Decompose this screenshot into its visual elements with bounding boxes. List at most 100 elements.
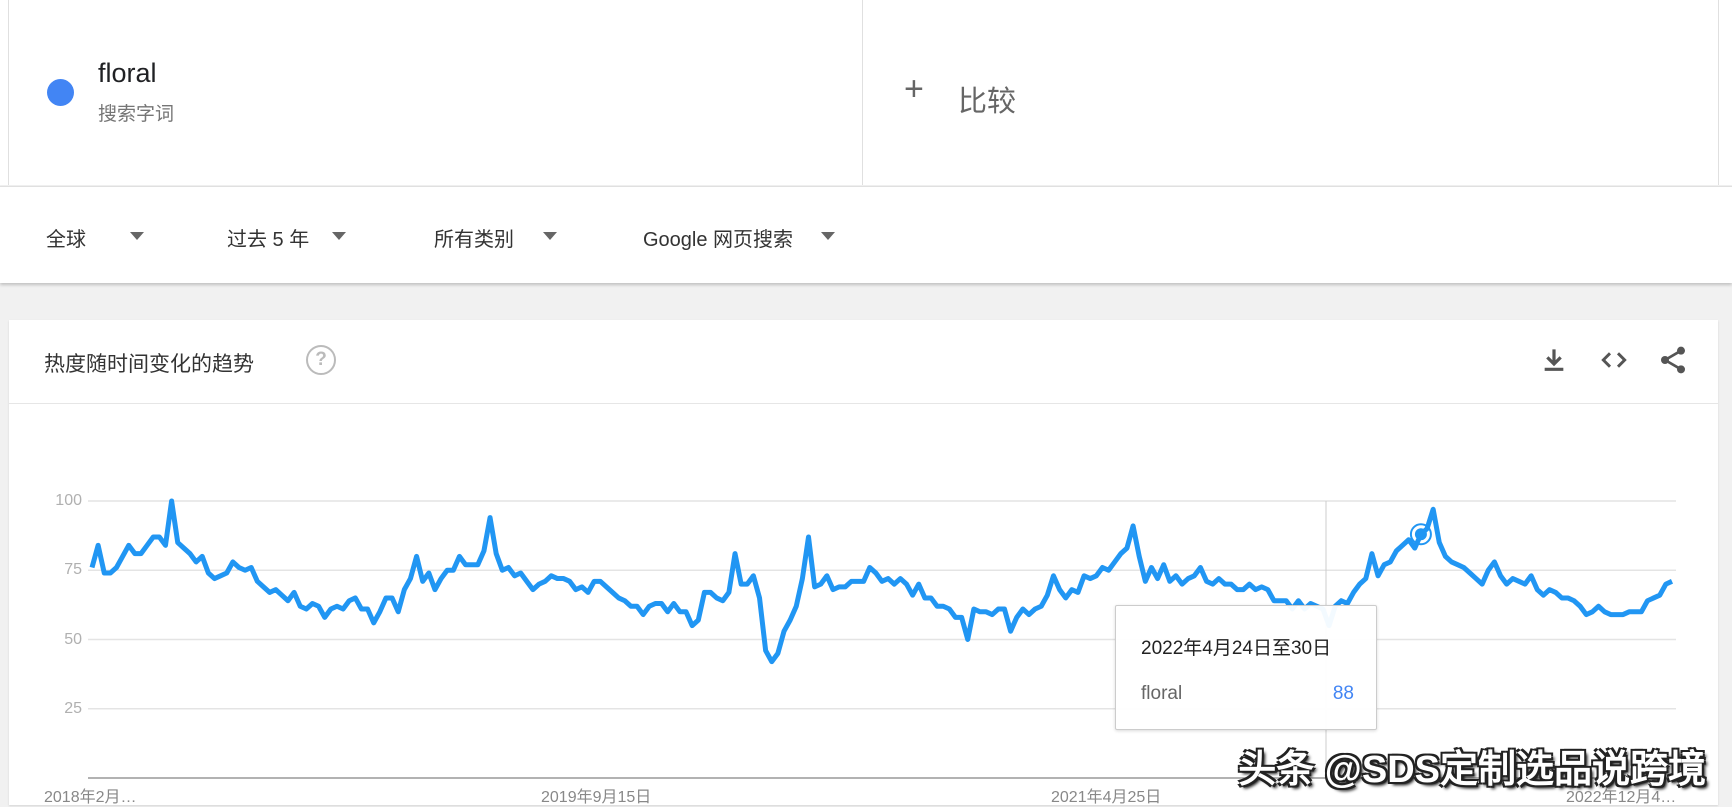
data-point[interactable] [996, 607, 1001, 612]
data-point[interactable] [763, 648, 768, 653]
data-point[interactable] [212, 576, 217, 581]
data-point[interactable] [1657, 593, 1662, 598]
data-point[interactable] [1082, 573, 1087, 578]
data-point[interactable] [592, 579, 597, 584]
data-point[interactable] [1670, 579, 1675, 584]
data-point[interactable] [432, 587, 437, 592]
data-point[interactable] [708, 590, 713, 595]
data-point[interactable] [1529, 573, 1534, 578]
data-point[interactable] [120, 554, 125, 559]
data-point[interactable] [959, 615, 964, 620]
data-point[interactable] [218, 573, 223, 578]
data-point[interactable] [1118, 551, 1123, 556]
data-point[interactable] [714, 595, 719, 600]
data-point[interactable] [1541, 593, 1546, 598]
data-point[interactable] [1614, 612, 1619, 617]
data-point[interactable] [1467, 571, 1472, 576]
data-point[interactable] [1412, 546, 1417, 551]
data-point[interactable] [543, 579, 548, 584]
data-point[interactable] [1039, 604, 1044, 609]
data-point[interactable] [304, 607, 309, 612]
data-point[interactable] [720, 598, 725, 603]
data-point[interactable] [1376, 573, 1381, 578]
data-point[interactable] [1492, 559, 1497, 564]
data-point[interactable] [408, 576, 413, 581]
data-point[interactable] [1449, 559, 1454, 564]
data-point[interactable] [1106, 568, 1111, 573]
data-point[interactable] [1651, 595, 1656, 600]
data-point[interactable] [935, 604, 940, 609]
data-point[interactable] [1271, 598, 1276, 603]
data-point[interactable] [426, 571, 431, 576]
data-point[interactable] [549, 573, 554, 578]
data-point[interactable] [641, 612, 646, 617]
data-point[interactable] [475, 562, 480, 567]
data-point[interactable] [298, 604, 303, 609]
data-point[interactable] [1014, 615, 1019, 620]
data-point[interactable] [537, 582, 542, 587]
data-point[interactable] [880, 579, 885, 584]
data-point[interactable] [347, 598, 352, 603]
data-point[interactable] [1565, 595, 1570, 600]
data-point[interactable] [1590, 609, 1595, 614]
data-point[interactable] [420, 579, 425, 584]
data-point[interactable] [1186, 576, 1191, 581]
trend-chart[interactable] [0, 0, 1732, 805]
data-point[interactable] [261, 584, 266, 589]
data-point[interactable] [1388, 559, 1393, 564]
data-point[interactable] [1278, 598, 1283, 603]
data-point[interactable] [187, 551, 192, 556]
data-point[interactable] [273, 587, 278, 592]
data-point[interactable] [181, 546, 186, 551]
data-point[interactable] [396, 609, 401, 614]
data-point[interactable] [267, 590, 272, 595]
data-point[interactable] [1192, 573, 1197, 578]
data-point[interactable] [567, 579, 572, 584]
data-point[interactable] [757, 595, 762, 600]
data-point[interactable] [1235, 587, 1240, 592]
data-point[interactable] [1026, 612, 1031, 617]
data-point[interactable] [647, 604, 652, 609]
data-point[interactable] [1259, 584, 1264, 589]
data-point[interactable] [1596, 604, 1601, 609]
data-point[interactable] [849, 579, 854, 584]
data-point[interactable] [604, 584, 609, 589]
data-point[interactable] [1088, 576, 1093, 581]
data-point[interactable] [867, 565, 872, 570]
data-point[interactable] [341, 607, 346, 612]
data-point[interactable] [151, 535, 156, 540]
data-point[interactable] [573, 587, 578, 592]
data-point[interactable] [855, 579, 860, 584]
data-point[interactable] [494, 551, 499, 556]
data-point[interactable] [555, 576, 560, 581]
data-point[interactable] [383, 595, 388, 600]
data-point[interactable] [788, 618, 793, 623]
data-point[interactable] [390, 595, 395, 600]
data-point[interactable] [635, 604, 640, 609]
data-point[interactable] [665, 609, 670, 614]
data-point[interactable] [1210, 582, 1215, 587]
data-point[interactable] [818, 582, 823, 587]
data-point[interactable] [904, 582, 909, 587]
data-point[interactable] [702, 590, 707, 595]
data-point[interactable] [481, 548, 486, 553]
data-point[interactable] [530, 587, 535, 592]
data-point[interactable] [1284, 598, 1289, 603]
data-point[interactable] [279, 593, 284, 598]
data-point[interactable] [145, 543, 150, 548]
data-point[interactable] [1339, 598, 1344, 603]
data-point[interactable] [1584, 612, 1589, 617]
data-point[interactable] [359, 607, 364, 612]
data-point[interactable] [677, 609, 682, 614]
data-point[interactable] [488, 515, 493, 520]
data-point[interactable] [1461, 565, 1466, 570]
data-point[interactable] [745, 582, 750, 587]
data-point[interactable] [1645, 598, 1650, 603]
data-point[interactable] [622, 598, 627, 603]
data-point[interactable] [310, 601, 315, 606]
data-point[interactable] [243, 568, 248, 573]
data-point[interactable] [861, 579, 866, 584]
data-point[interactable] [953, 615, 958, 620]
data-point[interactable] [1443, 554, 1448, 559]
data-point[interactable] [1437, 540, 1442, 545]
